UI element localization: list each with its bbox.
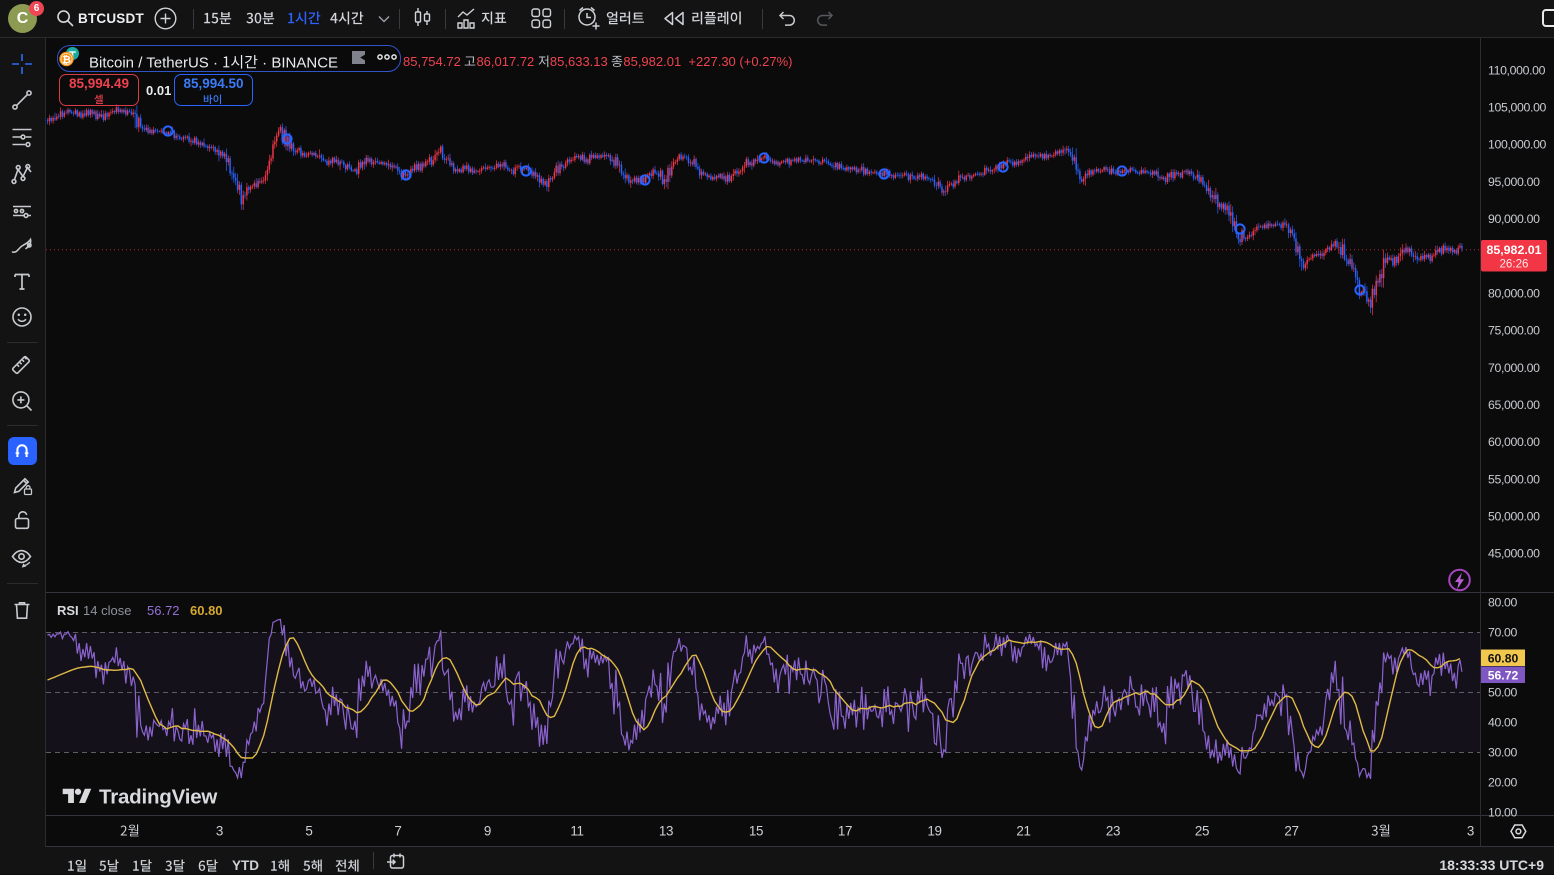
svg-text:85,982.01: 85,982.01 — [1486, 243, 1541, 257]
svg-text:15: 15 — [749, 824, 763, 839]
svg-text:30.00: 30.00 — [1488, 745, 1518, 759]
svg-text:27: 27 — [1284, 824, 1298, 839]
svg-text:105,000.00: 105,000.00 — [1488, 101, 1547, 115]
svg-text:110,000.00: 110,000.00 — [1488, 63, 1546, 77]
svg-text:50,000.00: 50,000.00 — [1488, 509, 1540, 523]
svg-text:60.80: 60.80 — [1488, 651, 1519, 665]
svg-text:56.72: 56.72 — [1488, 668, 1519, 682]
svg-text:56.72: 56.72 — [147, 603, 180, 618]
svg-text:60.80: 60.80 — [190, 603, 223, 618]
svg-text:3: 3 — [1467, 824, 1474, 839]
svg-text:10.00: 10.00 — [1488, 805, 1518, 819]
svg-text:14 close: 14 close — [83, 603, 131, 618]
svg-text:3: 3 — [216, 824, 223, 839]
svg-text:9: 9 — [484, 824, 491, 839]
svg-text:60,000.00: 60,000.00 — [1488, 435, 1540, 449]
svg-text:5: 5 — [305, 824, 312, 839]
svg-text:40.00: 40.00 — [1488, 715, 1518, 729]
svg-text:55,000.00: 55,000.00 — [1488, 472, 1540, 486]
svg-text:TradingView: TradingView — [99, 786, 217, 809]
svg-text:19: 19 — [927, 824, 941, 839]
svg-text:7: 7 — [394, 824, 401, 839]
svg-text:50.00: 50.00 — [1488, 685, 1518, 699]
svg-text:90,000.00: 90,000.00 — [1488, 212, 1540, 226]
svg-text:80.00: 80.00 — [1488, 595, 1518, 609]
svg-text:₿: ₿ — [62, 54, 71, 66]
svg-text:75,000.00: 75,000.00 — [1488, 324, 1540, 338]
svg-text:65,000.00: 65,000.00 — [1488, 398, 1540, 412]
svg-text:13: 13 — [659, 824, 673, 839]
svg-text:80,000.00: 80,000.00 — [1488, 286, 1540, 300]
svg-text:21: 21 — [1016, 824, 1030, 839]
svg-text:20.00: 20.00 — [1488, 775, 1518, 789]
svg-text:45,000.00: 45,000.00 — [1488, 547, 1540, 561]
svg-text:23: 23 — [1106, 824, 1120, 839]
svg-text:RSI: RSI — [57, 603, 79, 618]
svg-text:11: 11 — [570, 824, 583, 839]
svg-text:95,000.00: 95,000.00 — [1488, 175, 1540, 189]
svg-text:70,000.00: 70,000.00 — [1488, 361, 1540, 375]
svg-text:70.00: 70.00 — [1488, 625, 1518, 639]
svg-text:25: 25 — [1195, 824, 1209, 839]
svg-text:100,000.00: 100,000.00 — [1488, 138, 1547, 152]
svg-text:17: 17 — [838, 824, 852, 839]
svg-text:26:26: 26:26 — [1499, 258, 1528, 271]
